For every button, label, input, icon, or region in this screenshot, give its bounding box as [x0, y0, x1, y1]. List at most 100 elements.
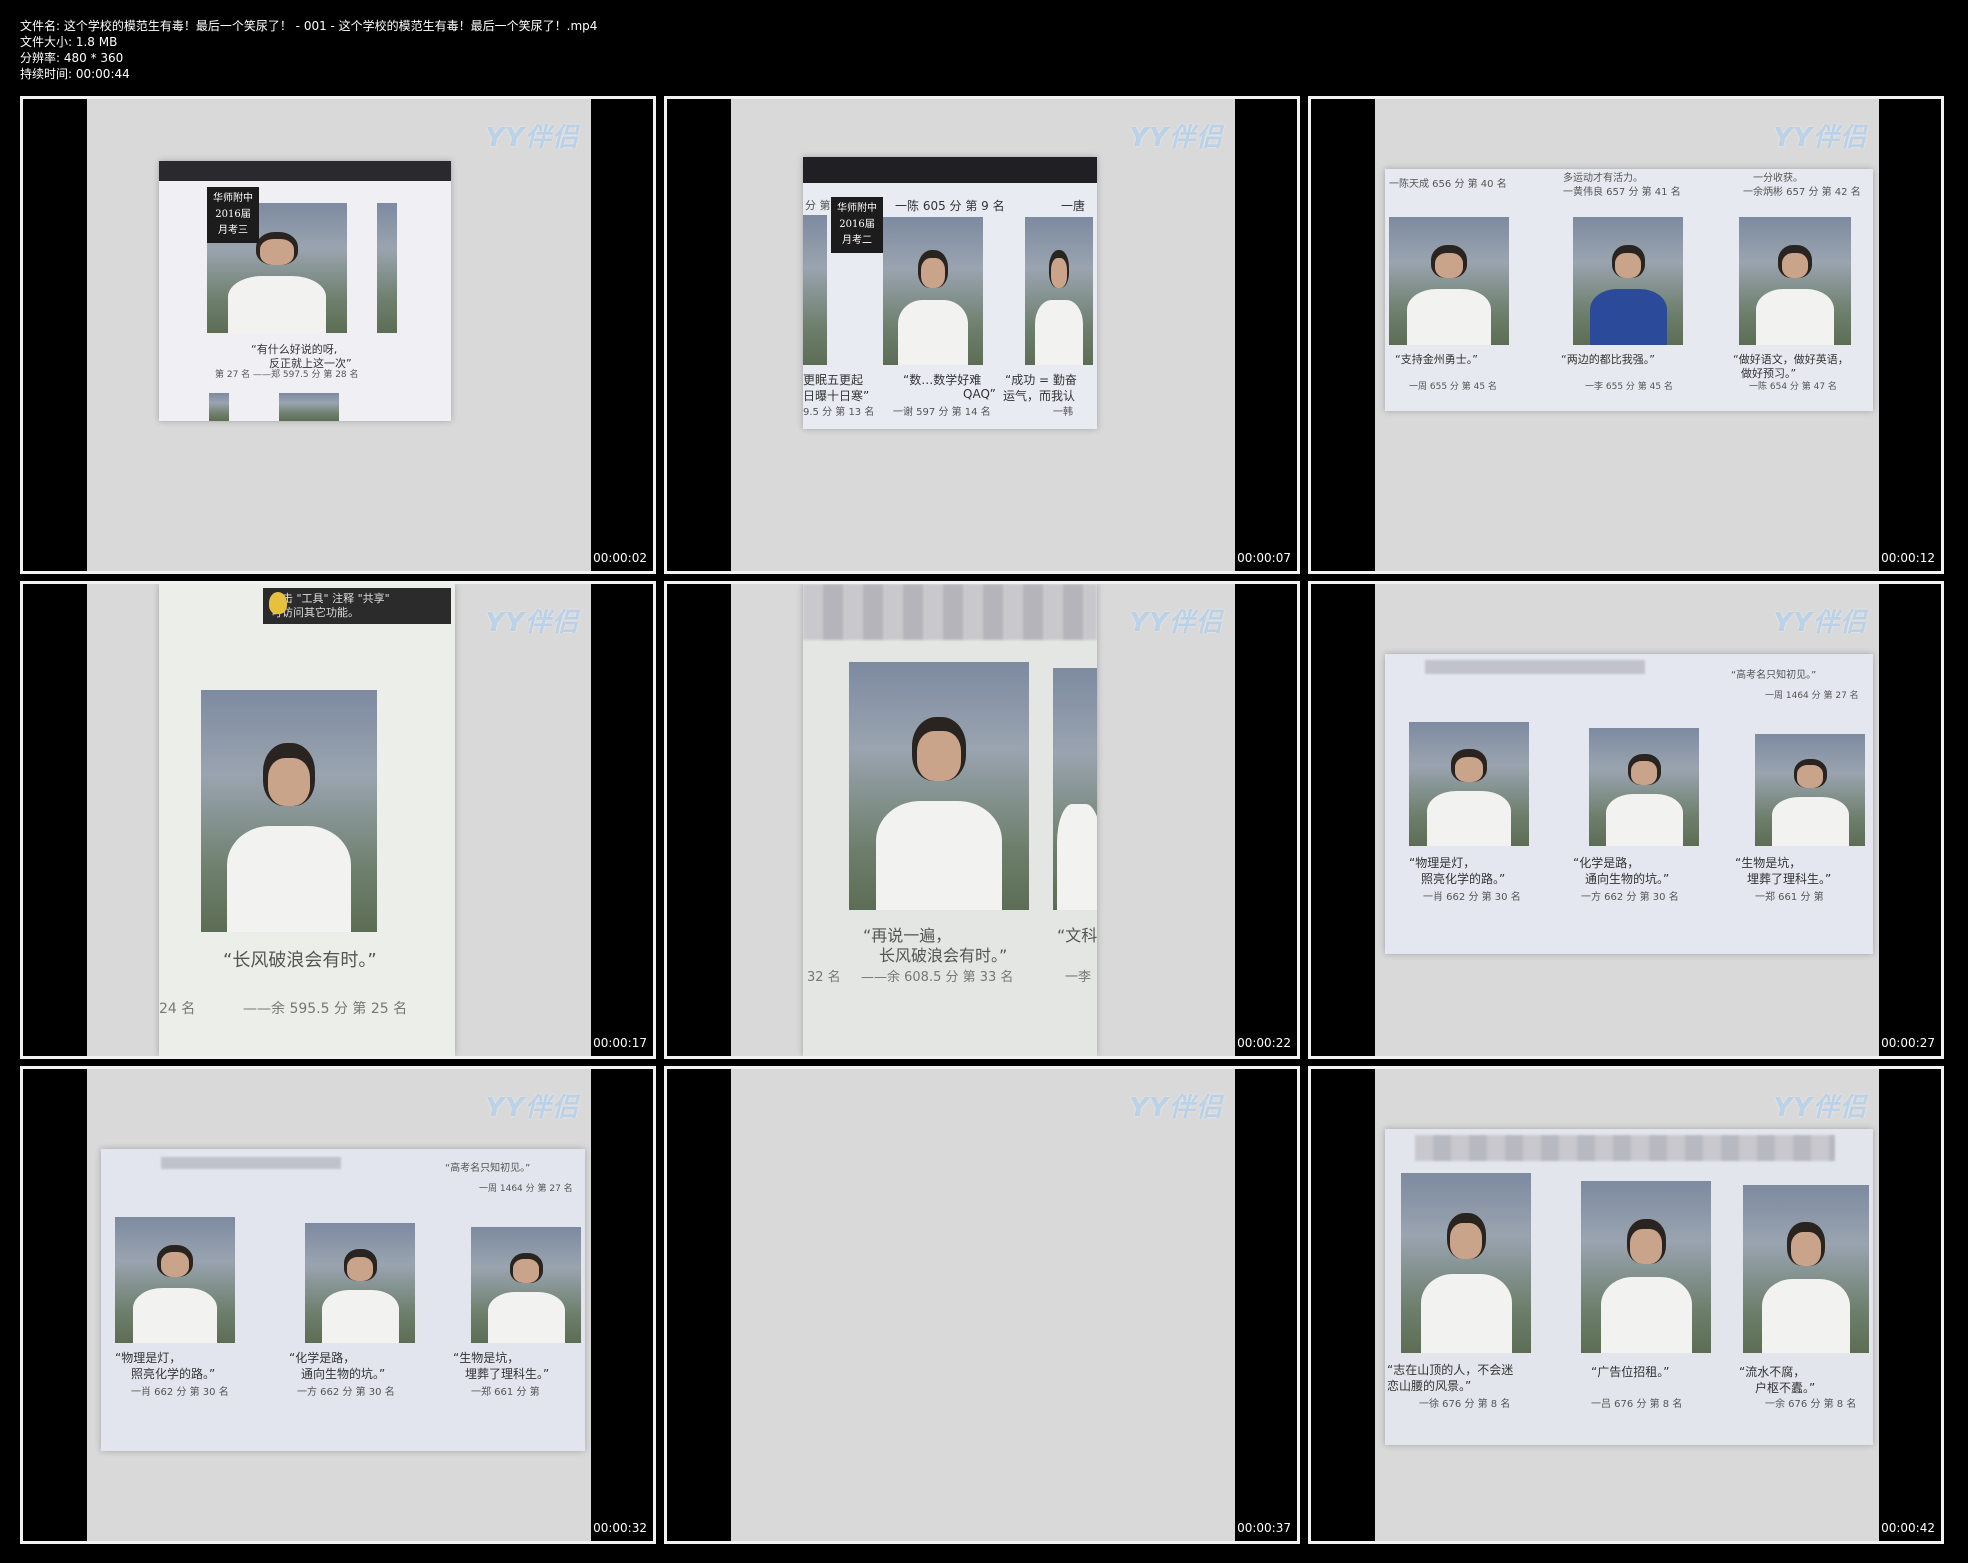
lightbulb-icon [269, 592, 287, 614]
frame-image: 单击 "工具" 注释 "共享" 可访问其它功能。 “长风破浪会有时。” 24 名… [87, 584, 591, 1056]
timestamp: 00:00:02 [593, 551, 647, 565]
timestamp: 00:00:22 [1237, 1036, 1291, 1050]
badge-line: 2016届 [839, 219, 875, 230]
watermark-logo: YY伴侣 [485, 1093, 579, 1123]
score-line: 一郑 661 分 第 [471, 1387, 540, 1398]
quote-line: 日曝十日寒” [803, 389, 870, 403]
timestamp: 00:00:27 [1881, 1036, 1935, 1050]
score-line: 一陈 654 分 第 47 名 [1749, 382, 1837, 392]
tooltip-line: 单击 "工具" 注释 "共享" [271, 592, 390, 605]
score-line: 一吕 676 分 第 8 名 [1591, 1399, 1683, 1410]
video-frame-8[interactable]: YY伴侣 00:00:37 [664, 1066, 1300, 1544]
pixelated-text [1425, 660, 1645, 674]
file-info-header: 文件名: 这个学校的模范生有毒！最后一个笑尿了！ - 001 - 这个学校的模范… [20, 18, 597, 82]
screen-photo: 分 第 一陈 605 分 第 9 名 一唐 华师附中 2016届 月考二 更眠五… [803, 157, 1097, 429]
top-text: “高考名只知初见。” [1731, 670, 1817, 681]
video-frame-6[interactable]: “高考名只知初见。” 一周 1464 分 第 27 名 “物理是灯， 照亮化学的… [1308, 581, 1944, 1059]
rank-left: 24 名 [159, 1001, 196, 1017]
score-line: 一徐 676 分 第 8 名 [1419, 1399, 1511, 1410]
badge-line: 华师附中 [213, 193, 253, 204]
student-portrait [1755, 734, 1865, 846]
top-text: 一陈天成 656 分 第 40 名 [1389, 179, 1507, 190]
video-frame-3[interactable]: 一陈天成 656 分 第 40 名 多运动才有活力。 一黄伟良 657 分 第 … [1308, 96, 1944, 574]
quote-line: 运气，而我认 [1003, 389, 1076, 403]
frame-image: YY伴侣 [731, 1069, 1235, 1541]
badge-line: 月考三 [218, 225, 248, 236]
quote-line: “成功 = 勤奋 [1005, 373, 1077, 387]
top-text: “高考名只知初见。” [445, 1163, 531, 1174]
timestamp: 00:00:07 [1237, 551, 1291, 565]
rank-caption: ——余 608.5 分 第 33 名 [861, 970, 1014, 985]
video-frame-7[interactable]: “高考名只知初见。” 一周 1464 分 第 27 名 “物理是灯， 照亮化学的… [20, 1066, 656, 1544]
rank-caption: ——余 595.5 分 第 25 名 [243, 1001, 408, 1017]
score-line: 一韩 [1053, 407, 1073, 418]
score-line: 一余 676 分 第 8 名 [1765, 1399, 1857, 1410]
timestamp: 00:00:32 [593, 1521, 647, 1535]
watermark-logo: YY伴侣 [1129, 1093, 1223, 1123]
video-frame-5[interactable]: “再说一遍， 长风破浪会有时。” “文科不 32 名 ——余 608.5 分 第… [664, 581, 1300, 1059]
quote-line: “化学是路， [289, 1351, 356, 1365]
quote-line: 埋葬了理科生。” [465, 1367, 550, 1381]
top-text: 多运动才有活力。 [1563, 173, 1643, 184]
quote-line: 更眠五更起 [803, 373, 864, 387]
top-text: 一周 1464 分 第 27 名 [1765, 691, 1859, 701]
timestamp: 00:00:17 [593, 1036, 647, 1050]
video-frame-1[interactable]: 华师附中 2016届 月考三 “有什么好说的呀, 反正就上这一次” 第 27 名… [20, 96, 656, 574]
quote-line: “物理是灯， [115, 1351, 182, 1365]
student-portrait [471, 1227, 581, 1343]
quote-line: “支持金州勇士。” [1395, 353, 1478, 366]
quote-line: 通向生物的坑。” [301, 1367, 386, 1381]
top-text: 一分收获。 [1753, 173, 1803, 184]
watermark-logo: YY伴侣 [1773, 1093, 1867, 1123]
file-name: 文件名: 这个学校的模范生有毒！最后一个笑尿了！ - 001 - 这个学校的模范… [20, 19, 598, 33]
student-portrait [305, 1223, 415, 1343]
quote-line: “化学是路， [1573, 856, 1640, 870]
school-badge: 华师附中 2016届 月考二 [831, 197, 883, 253]
student-portrait [1739, 217, 1851, 345]
top-text: 一黄伟良 657 分 第 41 名 [1563, 187, 1681, 198]
quote-line: “文科不 [1057, 926, 1097, 945]
pixelated-text [803, 584, 1097, 640]
watermark-logo: YY伴侣 [485, 123, 579, 153]
frame-image: “再说一遍， 长风破浪会有时。” “文科不 32 名 ——余 608.5 分 第… [731, 584, 1235, 1056]
student-portrait [1401, 1173, 1531, 1353]
score-line: 一周 655 分 第 45 名 [1409, 382, 1497, 392]
top-text: 一陈 605 分 第 9 名 [895, 199, 1005, 213]
quote-line: “数…数学好难 [903, 373, 982, 387]
timestamp: 00:00:42 [1881, 1521, 1935, 1535]
quote-line: “物理是灯， [1409, 856, 1476, 870]
score-line: 一方 662 分 第 30 名 [1581, 892, 1679, 903]
score-line: 一方 662 分 第 30 名 [297, 1387, 395, 1398]
quote-line: “流水不腐， [1739, 1365, 1806, 1379]
quote-line: 埋葬了理科生。” [1747, 872, 1832, 886]
video-frame-4[interactable]: 单击 "工具" 注释 "共享" 可访问其它功能。 “长风破浪会有时。” 24 名… [20, 581, 656, 1059]
student-portrait [1409, 722, 1529, 846]
quote-line: “志在山顶的人，不会迷 [1387, 1363, 1514, 1377]
student-portrait [1743, 1185, 1869, 1353]
top-text: 一余炳彬 657 分 第 42 名 [1743, 187, 1861, 198]
student-portrait [883, 217, 983, 365]
top-text: 一唐 [1061, 199, 1086, 213]
quote-line: 长风破浪会有时。” [879, 946, 1008, 965]
rank-caption: ——郑 597.5 分 第 28 名 [253, 370, 359, 380]
screen-photo: “高考名只知初见。” 一周 1464 分 第 27 名 “物理是灯， 照亮化学的… [1385, 654, 1873, 954]
watermark-logo: YY伴侣 [1773, 123, 1867, 153]
tooltip-line: 可访问其它功能。 [271, 606, 359, 619]
video-frame-2[interactable]: 分 第 一陈 605 分 第 9 名 一唐 华师附中 2016届 月考二 更眠五… [664, 96, 1300, 574]
quote-line: 户枢不蠹。” [1755, 1381, 1816, 1395]
resolution: 分辨率: 480 * 360 [20, 51, 124, 65]
watermark-logo: YY伴侣 [1129, 608, 1223, 638]
badge-line: 华师附中 [837, 203, 877, 214]
screen-photo: 一陈天成 656 分 第 40 名 多运动才有活力。 一黄伟良 657 分 第 … [1385, 169, 1873, 411]
quote-line: QAQ” [963, 387, 996, 401]
tooltip-bar: 单击 "工具" 注释 "共享" 可访问其它功能。 [263, 588, 451, 624]
quote-line: 恋山腰的风景。” [1387, 1379, 1472, 1393]
pixelated-text [1415, 1135, 1835, 1161]
pixelated-text [161, 1157, 341, 1169]
frame-image: 一陈天成 656 分 第 40 名 多运动才有活力。 一黄伟良 657 分 第 … [1375, 99, 1879, 571]
watermark-logo: YY伴侣 [1773, 608, 1867, 638]
student-portrait [201, 690, 377, 932]
student-portrait [1581, 1181, 1711, 1353]
video-frame-9[interactable]: “志在山顶的人，不会迷 恋山腰的风景。” “广告位招租。” “流水不腐， 户枢不… [1308, 1066, 1944, 1544]
top-text: 一周 1464 分 第 27 名 [479, 1184, 573, 1194]
